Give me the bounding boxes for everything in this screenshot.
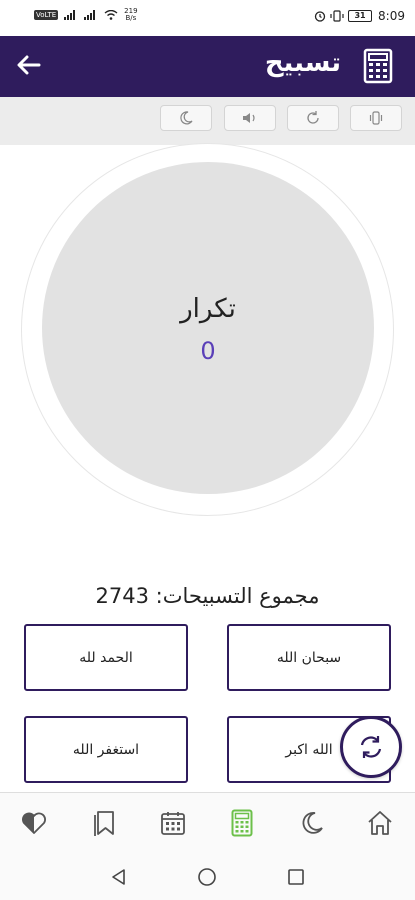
system-recents-button[interactable] [285,866,307,888]
nav-tasbih[interactable] [224,807,260,839]
square-recents-icon [288,869,304,885]
vibrate-icon [330,10,344,22]
refresh-icon [307,111,319,124]
calculator-icon [231,809,253,837]
total-count: مجموع التسبيحات: 2743 [95,584,320,608]
speed-unit: B/s [125,14,137,22]
triangle-back-icon [112,869,125,885]
system-navigation [0,852,415,900]
counter-tap-area[interactable]: تكرار 0 [42,162,374,494]
counter-value: 0 [200,337,216,365]
counter-label: تكرار [180,294,236,324]
speaker-icon [243,113,255,123]
sound-button[interactable] [224,105,276,131]
status-left: VoLTE 219 B/s [34,8,138,22]
signal-icon-2 [84,10,96,20]
moon-icon [302,812,323,834]
bookmark-icon [94,811,114,836]
nav-calendar[interactable] [155,807,191,839]
zikr-button-subhanallah[interactable]: سبحان الله [227,624,391,691]
vibrate-icon [369,111,383,125]
refresh-fab[interactable] [340,716,402,778]
refresh-icon [360,736,382,758]
toolbar [0,97,415,145]
nav-favorites[interactable] [16,807,52,839]
circle-home-icon [198,868,216,886]
home-icon [368,811,392,835]
back-button[interactable] [14,50,44,80]
system-home-button[interactable] [196,866,218,888]
calendar-icon [161,812,185,835]
nav-night[interactable] [294,807,330,839]
system-back-button[interactable] [108,866,130,888]
reset-button[interactable] [287,105,339,131]
nav-home[interactable] [362,807,398,839]
vibrate-button[interactable] [350,105,402,131]
nav-bookmarks[interactable] [86,807,122,839]
zikr-button-alhamdulillah[interactable]: الحمد لله [24,624,188,691]
page-title: تسبيح [264,48,341,78]
clock: 8:09 [378,9,405,23]
app-bar: تسبيح [0,36,415,97]
wifi-icon [104,10,118,20]
arrow-left-icon [17,55,41,75]
alarm-icon [314,11,326,22]
calculator-icon [363,48,393,84]
signal-icon [64,10,76,20]
moon-icon [180,111,193,125]
volte-badge: VoLTE [34,10,59,20]
status-bar: VoLTE 219 B/s 31 8:09 [0,0,415,36]
bottom-navigation [0,792,415,852]
status-right: 31 8:09 [314,9,405,23]
zikr-button-astaghfirullah[interactable]: استغفر الله [24,716,188,783]
heart-icon [22,812,46,834]
battery-indicator: 31 [348,10,373,22]
night-mode-button[interactable] [160,105,212,131]
network-speed: 219 B/s [124,8,137,22]
